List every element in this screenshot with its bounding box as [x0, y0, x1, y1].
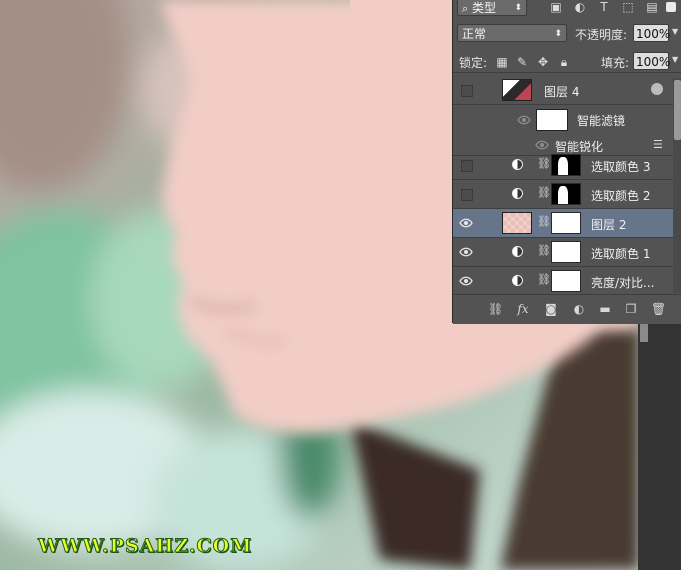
layer-mask-thumbnail	[551, 183, 581, 205]
layer-row-brightness-contrast[interactable]: ⛓︎ 亮度/对比...	[453, 267, 673, 294]
adjustment-filter-icon[interactable]: ◐	[573, 0, 587, 14]
link-chain-icon[interactable]: ⛓︎	[537, 215, 551, 229]
chevron-down-icon: ▼	[672, 55, 679, 64]
filter-kind-select[interactable]: ⌕ 类型 ⬍	[457, 0, 527, 16]
layer-row-selective-color-2[interactable]: ⛓︎ 选取颜色 2	[453, 180, 673, 209]
layer-name: 亮度/对比...	[591, 276, 655, 290]
trash-icon[interactable]: 🗑︎	[651, 302, 666, 316]
eye-icon[interactable]	[459, 274, 473, 288]
layer-name: 图层 4	[544, 85, 580, 99]
eye-icon[interactable]	[459, 216, 473, 230]
adjustment-layer-icon	[512, 188, 523, 199]
new-adjustment-icon[interactable]: ◐	[572, 302, 586, 316]
filter-row: ⌕ 类型 ⬍ ▣ ◐ T ⬚ ▤	[453, 0, 681, 20]
layers-list: 图层 4 智能滤镜 智能锐化 ☰ ⛓︎ 选取颜色 3 ⛓︎ 选取颜色 2 ⛓︎ …	[453, 76, 673, 294]
opacity-input[interactable]: 100%	[633, 24, 670, 42]
layers-panel: ⌕ 类型 ⬍ ▣ ◐ T ⬚ ▤ 正常 ⬍ 不透明度: 100% ▼ 锁定: ▦…	[452, 0, 681, 324]
smart-object-filter-icon[interactable]: ▤	[645, 0, 659, 14]
chevron-updown-icon: ⬍	[554, 29, 562, 39]
type-filter-icon[interactable]: T	[597, 0, 611, 14]
layers-scroll-thumb[interactable]	[674, 80, 681, 140]
watermark-text: WWW.PSAHZ.COM	[37, 535, 253, 558]
filter-blending-options-icon[interactable]: ☰	[653, 138, 663, 151]
layer-name: 选取颜色 2	[591, 189, 651, 203]
layers-bottom-toolbar: ⛓︎ fx ◙ ◐ ▬ ❐ 🗑︎	[453, 294, 681, 324]
adjustment-layer-icon	[512, 275, 523, 286]
layer-row-layer4[interactable]: 图层 4	[453, 76, 673, 105]
add-mask-icon[interactable]: ◙	[544, 302, 558, 316]
pixel-filter-icon[interactable]: ▣	[549, 0, 563, 14]
lock-label: 锁定:	[459, 56, 488, 70]
layer-thumbnail	[502, 212, 532, 234]
layer-row-smart-filters[interactable]: 智能滤镜	[453, 105, 673, 135]
shape-filter-icon[interactable]: ⬚	[621, 0, 635, 14]
layer-name: 选取颜色 1	[591, 247, 651, 261]
link-chain-icon[interactable]: ⛓︎	[537, 244, 551, 258]
layer-row-selective-color-3[interactable]: ⛓︎ 选取颜色 3	[453, 151, 673, 180]
layer-row-selective-color-1[interactable]: ⛓︎ 选取颜色 1	[453, 238, 673, 267]
visibility-toggle-off[interactable]	[461, 189, 473, 201]
new-layer-icon[interactable]: ❐	[624, 302, 638, 316]
smart-filter-indicator-icon	[651, 83, 663, 95]
lock-pixels-brush-icon[interactable]: ✎	[515, 55, 529, 69]
chevron-updown-icon: ⬍	[514, 3, 522, 13]
document-scroll-thumb[interactable]	[640, 323, 648, 342]
blend-mode-value: 正常	[462, 27, 487, 41]
adjustment-layer-icon	[512, 246, 523, 257]
layer-mask-thumbnail	[551, 241, 581, 263]
layer-name: 图层 2	[591, 218, 627, 232]
layer-row-layer2[interactable]: ⛓︎ 图层 2	[453, 209, 673, 238]
lock-all-icon[interactable]: 🔒︎	[557, 55, 571, 69]
lock-position-move-icon[interactable]: ✥	[536, 55, 550, 69]
opacity-label: 不透明度:	[575, 28, 628, 42]
visibility-toggle-off[interactable]	[461, 160, 473, 172]
lock-row: 锁定: ▦ ✎ ✥ 🔒︎ 填充: 100% ▼	[453, 52, 681, 73]
eye-icon[interactable]	[459, 245, 473, 259]
chevron-down-icon: ▼	[672, 27, 679, 36]
eye-icon[interactable]	[535, 138, 549, 152]
link-layers-icon[interactable]: ⛓︎	[488, 302, 503, 316]
layers-scrollbar[interactable]	[673, 78, 681, 293]
new-group-folder-icon[interactable]: ▬	[598, 302, 612, 316]
link-chain-icon[interactable]: ⛓︎	[537, 186, 551, 200]
filter-kind-label: 类型	[472, 1, 497, 15]
fill-label: 填充:	[601, 56, 630, 70]
search-icon: ⌕	[462, 2, 469, 15]
document-scrollbar[interactable]	[638, 323, 681, 570]
lock-transparent-icon[interactable]: ▦	[495, 55, 509, 69]
link-chain-icon[interactable]: ⛓︎	[537, 273, 551, 287]
adjustment-layer-icon	[512, 159, 523, 170]
fx-icon[interactable]: fx	[516, 302, 530, 316]
link-chain-icon[interactable]: ⛓︎	[537, 157, 551, 171]
smart-filter-mask-thumbnail	[536, 109, 568, 131]
layer-name: 智能滤镜	[577, 114, 626, 128]
eye-icon[interactable]	[517, 113, 531, 127]
blend-mode-select[interactable]: 正常 ⬍	[457, 24, 567, 42]
blend-row: 正常 ⬍ 不透明度: 100% ▼	[453, 24, 681, 44]
visibility-toggle-off[interactable]	[461, 85, 473, 97]
filter-toggle[interactable]	[666, 2, 676, 12]
fill-input[interactable]: 100%	[633, 52, 670, 70]
smart-object-thumbnail	[502, 79, 532, 101]
layer-mask-thumbnail	[551, 270, 581, 292]
layer-mask-thumbnail	[551, 154, 581, 176]
layer-name: 选取颜色 3	[591, 160, 651, 174]
layer-mask-thumbnail	[551, 212, 581, 234]
